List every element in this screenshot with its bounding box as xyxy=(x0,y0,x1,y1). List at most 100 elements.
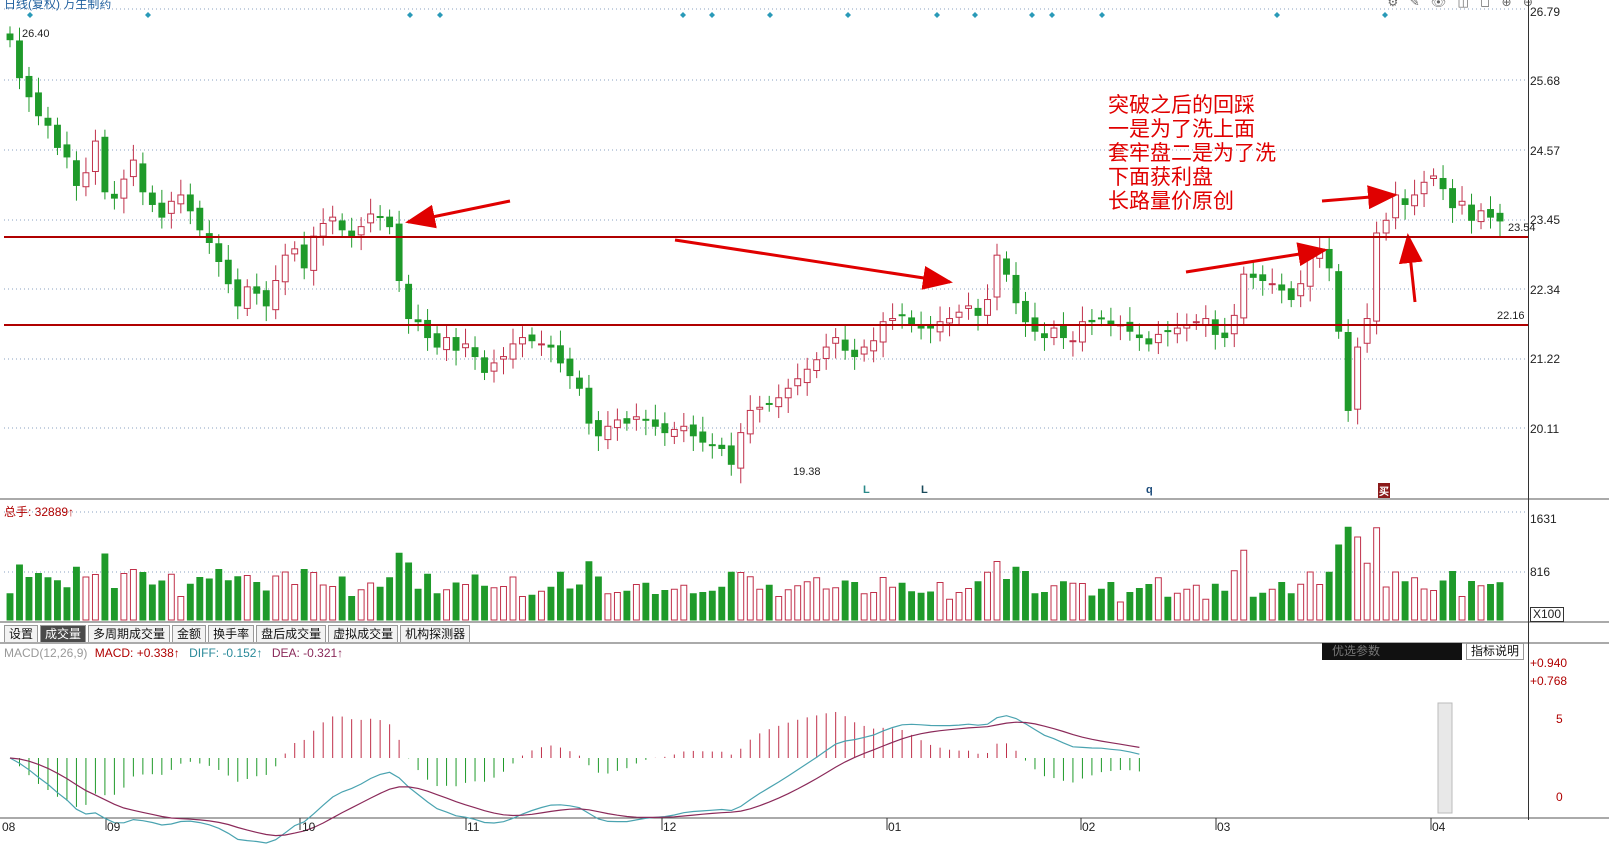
candle-body xyxy=(1003,258,1010,275)
candle-body xyxy=(443,337,451,351)
candle-body xyxy=(72,160,80,186)
volume-bar xyxy=(1306,571,1314,621)
candle-body xyxy=(1420,181,1428,195)
annotation-line: 一是为了洗上面 xyxy=(1108,117,1255,141)
volume-bar xyxy=(367,582,375,621)
volume-bar xyxy=(376,586,384,621)
volume-bar xyxy=(357,589,365,621)
candle-body xyxy=(1487,209,1494,218)
volume-bar xyxy=(291,584,299,621)
tab-virtual-volume[interactable]: 虚拟成交量 xyxy=(328,625,399,642)
volume-bar xyxy=(1173,592,1181,621)
high-price-label: 26.40 xyxy=(22,28,50,40)
tab-amount[interactable]: 金额 xyxy=(172,625,207,642)
optimize-params-button[interactable]: 优选参数 xyxy=(1322,643,1462,660)
candle-body xyxy=(129,159,137,178)
price-tick: 21.22 xyxy=(1530,352,1561,366)
volume-bar xyxy=(25,577,33,621)
annotation-line: 套牢盘二是为了洗 xyxy=(1108,141,1276,165)
candle-body xyxy=(765,402,773,405)
volume-bar xyxy=(443,589,451,621)
marker-l[interactable]: L xyxy=(921,484,928,496)
resistance-line[interactable] xyxy=(4,236,1528,238)
volume-bar xyxy=(642,582,650,621)
volume-bar xyxy=(471,574,479,621)
candle-body xyxy=(756,406,764,410)
candle-body xyxy=(101,136,109,193)
candle-body xyxy=(405,283,413,320)
marker-l[interactable]: L xyxy=(863,484,870,496)
tab-volume[interactable]: 成交量 xyxy=(40,625,87,642)
candle-body xyxy=(1363,318,1371,344)
volume-bar xyxy=(1164,596,1172,621)
tab-settings[interactable]: 设置 xyxy=(4,625,39,642)
tab-after-hours-volume[interactable]: 盘后成交量 xyxy=(256,625,327,642)
volume-bar xyxy=(310,572,318,621)
candle-body xyxy=(234,279,242,307)
tab-turnover[interactable]: 换手率 xyxy=(208,625,255,642)
tab-institution-detector[interactable]: 机构探测器 xyxy=(400,625,471,642)
marker-q[interactable]: q xyxy=(1146,484,1153,496)
volume-bar xyxy=(1363,562,1371,621)
candle-body xyxy=(1041,333,1048,339)
volume-bar xyxy=(1411,577,1419,621)
volume-bar xyxy=(699,592,707,621)
candle-body xyxy=(1259,274,1267,282)
annotation-arrow xyxy=(674,238,953,290)
volume-bar xyxy=(300,569,308,621)
candle-body xyxy=(1097,317,1105,320)
macd-name: MACD(12,26,9) xyxy=(4,646,88,660)
indicator-help-button[interactable]: 指标说明 xyxy=(1466,643,1524,660)
support-line[interactable] xyxy=(4,324,1528,326)
candle-body xyxy=(215,243,223,263)
candle-body xyxy=(898,314,906,317)
volume-bar xyxy=(63,587,71,621)
volume-bar xyxy=(110,588,118,621)
candle-body xyxy=(604,425,612,441)
candle-body xyxy=(310,235,318,271)
annotation-arrow xyxy=(405,199,511,229)
volume-bar xyxy=(594,576,602,621)
volume-bar xyxy=(1192,584,1200,621)
candle-body xyxy=(1392,194,1400,219)
candle-body xyxy=(386,216,394,228)
buy-marker[interactable]: 买 xyxy=(1378,483,1390,498)
candle-body xyxy=(490,362,498,372)
volume-bar xyxy=(1278,582,1286,621)
volume-bar xyxy=(889,586,897,621)
volume-bar xyxy=(727,571,735,621)
candle-body xyxy=(528,334,536,342)
x-tick: 04 xyxy=(1432,820,1446,834)
candle-body xyxy=(167,200,175,214)
volume-bar xyxy=(1287,593,1295,621)
volume-bar xyxy=(348,596,356,621)
volume-bar xyxy=(101,553,109,621)
candle-body xyxy=(699,431,707,443)
volume-bar xyxy=(1420,588,1428,621)
price-tick: 25.68 xyxy=(1530,74,1561,88)
volume-bar xyxy=(1012,566,1020,621)
volume-bar xyxy=(433,593,441,621)
volume-bar xyxy=(1249,596,1257,621)
x-tick: 12 xyxy=(663,820,677,834)
x-tick: 02 xyxy=(1082,820,1096,834)
candle-body xyxy=(784,387,792,399)
candle-body xyxy=(632,416,640,420)
candle-body xyxy=(822,346,830,359)
macd-tick: 5 xyxy=(1556,712,1563,726)
volume-bar xyxy=(851,582,859,621)
volume-bar xyxy=(1458,596,1466,621)
volume-bar xyxy=(927,591,935,621)
volume-bar xyxy=(1297,583,1305,621)
volume-bar xyxy=(234,576,242,621)
volume-bar xyxy=(1107,582,1115,621)
volume-bar xyxy=(965,588,972,621)
macd-tick: +0.768 xyxy=(1530,674,1568,688)
volume-bar xyxy=(1449,571,1456,621)
volume-bar xyxy=(813,577,821,621)
candle-body xyxy=(291,248,299,255)
annotation-arrow xyxy=(1321,185,1398,210)
tab-multi-period-volume[interactable]: 多周期成交量 xyxy=(88,625,171,642)
candle-body xyxy=(224,259,232,285)
event-marker xyxy=(680,12,686,18)
